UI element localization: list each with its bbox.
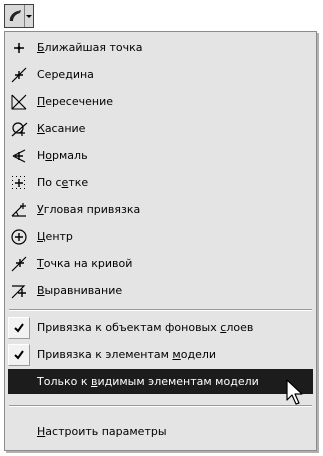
dropdown-arrow-icon[interactable] [25, 14, 33, 18]
menu-item-label: Середина [37, 68, 94, 81]
menu-item-label: Привязка к объектам фоновых слоев [37, 321, 254, 334]
point-on-curve-icon [8, 253, 30, 275]
grid-icon [8, 172, 30, 194]
checkmark-icon [8, 343, 30, 366]
menu-separator [9, 405, 312, 407]
menu-item-center[interactable]: Центр [8, 224, 313, 249]
menu-item-label: Нормаль [37, 149, 88, 162]
menu-item-tangent[interactable]: Касание [8, 116, 313, 141]
tangent-icon [8, 118, 30, 140]
menu-separator [9, 309, 312, 311]
menu-item-label: Точка на кривой [37, 257, 133, 270]
menu-item-point-on-curve[interactable]: Точка на кривой [8, 251, 313, 276]
menu-item-label: Угловая привязка [37, 203, 141, 216]
menu-option-visible-elements-only[interactable]: Только к видимым элементам модели [8, 369, 313, 394]
menu-item-label: Выравнивание [37, 284, 123, 297]
menu-item-label: Центр [37, 230, 73, 243]
alignment-icon [8, 280, 30, 302]
menu-item-configure-parameters[interactable]: Настроить параметры [8, 419, 313, 444]
snap-toolbar-button[interactable] [4, 4, 34, 28]
menu-item-label: Привязка к элементам модели [37, 348, 217, 361]
menu-option-model-elements[interactable]: Привязка к элементам модели [8, 342, 313, 367]
menu-item-label: Настроить параметры [37, 425, 167, 438]
center-icon [8, 226, 30, 248]
menu-item-normal[interactable]: Нормаль [8, 143, 313, 168]
menu-item-alignment[interactable]: Выравнивание [8, 278, 313, 303]
menu-item-label: Ближайшая точка [37, 41, 143, 54]
menu-item-midpoint[interactable]: Середина [8, 62, 313, 87]
menu-item-label: Касание [37, 122, 86, 135]
midpoint-icon [8, 64, 30, 86]
menu-item-intersection[interactable]: Пересечение [8, 89, 313, 114]
menu-item-nearest-point[interactable]: Ближайшая точка [8, 35, 313, 60]
checkmark-icon [8, 316, 30, 339]
snap-magnet-icon[interactable] [5, 5, 25, 27]
normal-icon [8, 145, 30, 167]
menu-item-grid[interactable]: По сетке [8, 170, 313, 195]
menu-item-label: Пересечение [37, 95, 113, 108]
menu-item-label: По сетке [37, 176, 89, 189]
mouse-cursor-icon [286, 379, 303, 405]
menu-option-background-layers[interactable]: Привязка к объектам фоновых слоев [8, 315, 313, 340]
intersection-icon [8, 91, 30, 113]
snap-menu: Ближайшая точка Середина Пересечение Кас… [4, 31, 317, 451]
menu-item-angle-snap[interactable]: Угловая привязка [8, 197, 313, 222]
nearest-point-icon [8, 37, 30, 59]
angle-snap-icon [8, 199, 30, 221]
menu-item-label: Только к видимым элементам модели [37, 375, 259, 388]
